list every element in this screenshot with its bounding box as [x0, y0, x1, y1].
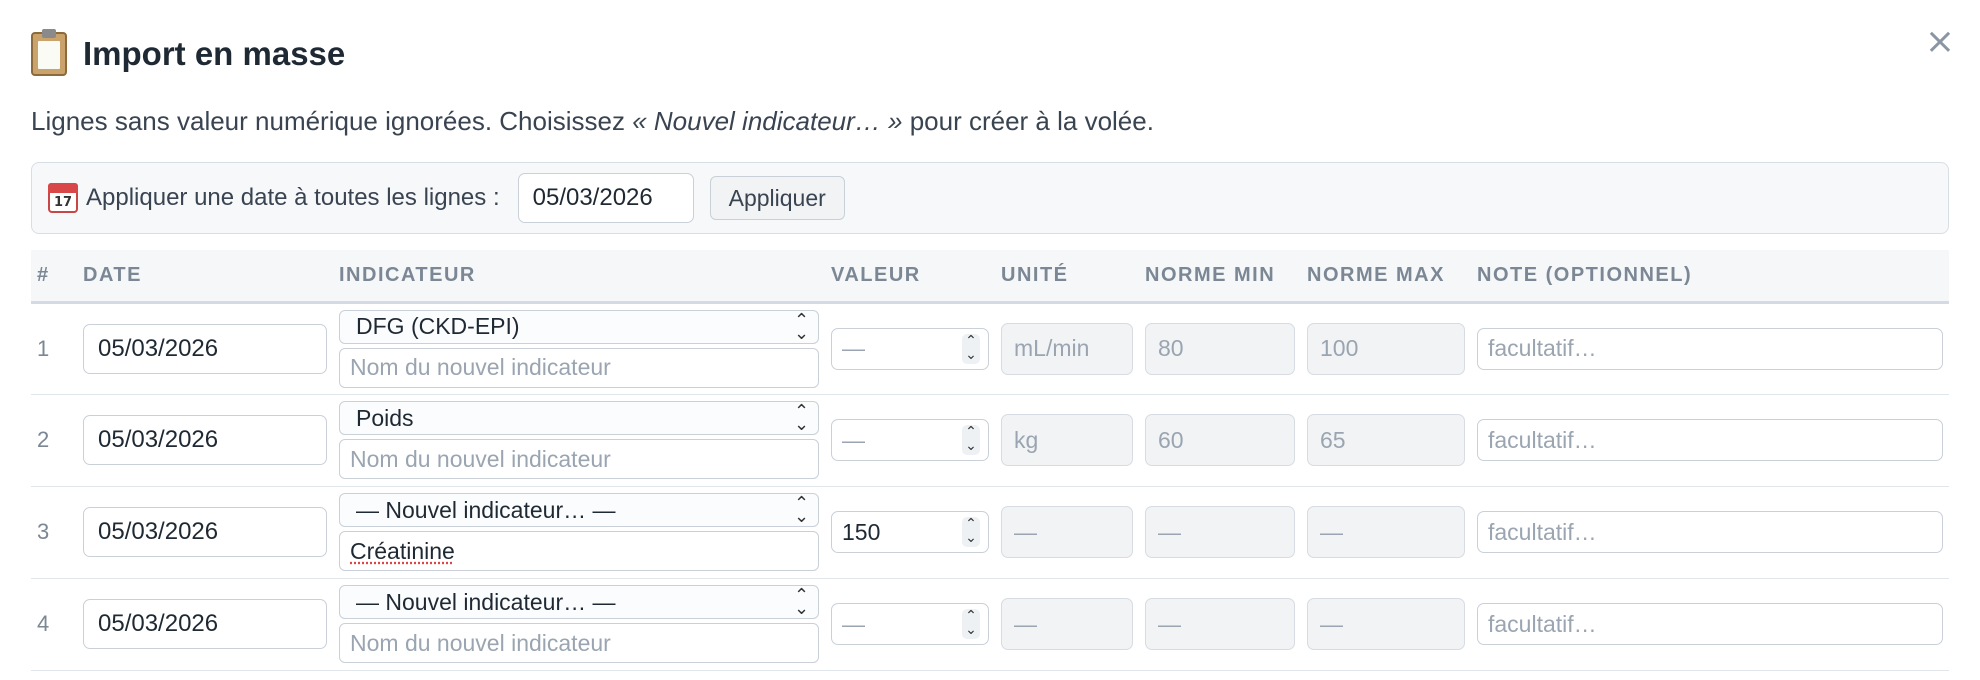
chevron-updown-icon: ⌃ ⌄ — [794, 585, 810, 619]
chevron-updown-icon: ⌃ ⌄ — [794, 401, 810, 435]
norm-min-field: 80 — [1145, 322, 1295, 375]
header-unit: UNITÉ — [995, 250, 1139, 304]
row-number: 2 — [31, 394, 77, 487]
spinner-icon[interactable]: ⌃ ⌄ — [962, 609, 980, 639]
apply-date-bar: 17 Appliquer une date à toutes les ligne… — [31, 162, 1949, 234]
norm-min-field: 60 — [1145, 414, 1295, 466]
table-row: 3 05/03/2026 — Nouvel indicateur… — ⌃ ⌄ Cr… — [31, 486, 1949, 579]
norm-max-field: — — [1307, 506, 1465, 558]
value-text: — — [842, 610, 865, 637]
row-date-input[interactable]: 05/03/2026 — [83, 507, 327, 557]
spinner-icon[interactable]: ⌃ ⌄ — [962, 517, 980, 547]
indicator-select[interactable]: — Nouvel indicateur… — ⌃ ⌄ — [339, 493, 819, 527]
value-stepper[interactable]: — ⌃ ⌄ — [831, 603, 989, 645]
value-stepper[interactable]: 150 ⌃ ⌄ — [831, 511, 989, 553]
indicator-select-value: Poids — [356, 404, 414, 431]
norm-min-field: — — [1145, 598, 1295, 650]
row-date-input[interactable]: 05/03/2026 — [83, 599, 327, 649]
header-num: # — [31, 250, 77, 304]
value-text: — — [842, 335, 865, 361]
indicator-select[interactable]: DFG (CKD-EPI) ⌃ ⌄ — [339, 309, 819, 344]
chevron-updown-icon: ⌃ ⌄ — [794, 493, 810, 527]
close-icon[interactable]: × — [1922, 24, 1958, 60]
value-text: — — [842, 426, 865, 453]
indicator-select[interactable]: — Nouvel indicateur… — ⌃ ⌄ — [339, 585, 819, 619]
chevron-updown-icon: ⌃ ⌄ — [794, 309, 810, 344]
table-row: 2 05/03/2026 Poids ⌃ ⌄ Nom du nouvel indic… — [31, 394, 1949, 487]
new-indicator-name-input[interactable]: Nom du nouvel indicateur — [339, 439, 819, 479]
indicator-select[interactable]: Poids ⌃ ⌄ — [339, 401, 819, 435]
row-number: 4 — [31, 578, 77, 671]
apply-date-label: Appliquer une date à toutes les lignes : — [86, 184, 500, 211]
note-input[interactable]: facultatif… — [1477, 511, 1943, 553]
unit-field: — — [1001, 506, 1133, 558]
table-row: 4 05/03/2026 — Nouvel indicateur… — ⌃ ⌄ No… — [31, 578, 1949, 671]
header-norm-max: NORME MAX — [1301, 250, 1471, 304]
dialog-header: Import en masse — [31, 0, 1949, 108]
indicator-select-value: DFG (CKD-EPI) — [356, 313, 520, 339]
row-date-input[interactable]: 05/03/2026 — [83, 415, 327, 465]
hint-text-end: pour créer à la volée. — [902, 106, 1154, 136]
note-input[interactable]: facultatif… — [1477, 419, 1943, 461]
note-input[interactable]: facultatif… — [1477, 327, 1943, 370]
norm-max-field: — — [1307, 598, 1465, 650]
spinner-icon[interactable]: ⌃ ⌄ — [962, 333, 980, 364]
unit-field: kg — [1001, 414, 1133, 466]
import-table: # DATE INDICATEUR VALEUR UNITÉ NORME MIN… — [31, 250, 1949, 671]
calendar-icon: 17 — [48, 183, 78, 213]
apply-button[interactable]: Appliquer — [709, 176, 845, 220]
calendar-day: 17 — [53, 195, 73, 210]
unit-field: — — [1001, 598, 1133, 650]
norm-min-field: — — [1145, 506, 1295, 558]
new-indicator-name-input[interactable]: Nom du nouvel indicateur — [339, 347, 819, 388]
indicator-select-value: — Nouvel indicateur… — — [356, 588, 616, 615]
dialog-hint: Lignes sans valeur numérique ignorées. C… — [31, 108, 1949, 162]
header-date: DATE — [77, 250, 333, 304]
value-stepper[interactable]: — ⌃ ⌄ — [831, 327, 989, 370]
new-indicator-name-input[interactable]: Nom du nouvel indicateur — [339, 623, 819, 663]
header-value: VALEUR — [825, 250, 995, 304]
table-header-row: # DATE INDICATEUR VALEUR UNITÉ NORME MIN… — [31, 250, 1949, 304]
header-note: NOTE (OPTIONNEL) — [1471, 250, 1949, 304]
clipboard-icon — [31, 29, 67, 76]
unit-field: mL/min — [1001, 322, 1133, 375]
bulk-import-dialog: × Import en masse Lignes sans valeur num… — [0, 0, 1980, 680]
value-text: 150 — [842, 518, 881, 545]
note-input[interactable]: facultatif… — [1477, 603, 1943, 645]
indicator-select-value: — Nouvel indicateur… — — [356, 496, 616, 523]
row-number: 3 — [31, 486, 77, 579]
new-indicator-name-value: Créatinine — [350, 537, 455, 564]
hint-new-indicator: « Nouvel indicateur… » — [632, 106, 903, 136]
norm-max-field: 100 — [1307, 322, 1465, 375]
header-indicator: INDICATEUR — [333, 250, 825, 304]
new-indicator-name-input[interactable]: Créatinine — [339, 531, 819, 571]
apply-date-input[interactable]: 05/03/2026 — [517, 173, 694, 223]
row-number: 1 — [31, 302, 77, 395]
spinner-icon[interactable]: ⌃ ⌄ — [962, 425, 980, 455]
value-stepper[interactable]: — ⌃ ⌄ — [831, 419, 989, 461]
hint-text-start: Lignes sans valeur numérique ignorées. C… — [31, 106, 633, 136]
dialog-title: Import en masse — [83, 35, 346, 72]
row-date-input[interactable]: 05/03/2026 — [83, 323, 327, 374]
norm-max-field: 65 — [1307, 414, 1465, 466]
table-row: 1 05/03/2026 DFG (CKD-EPI) ⌃ ⌄ Nom du nouv… — [31, 302, 1949, 395]
header-norm-min: NORME MIN — [1139, 250, 1301, 304]
